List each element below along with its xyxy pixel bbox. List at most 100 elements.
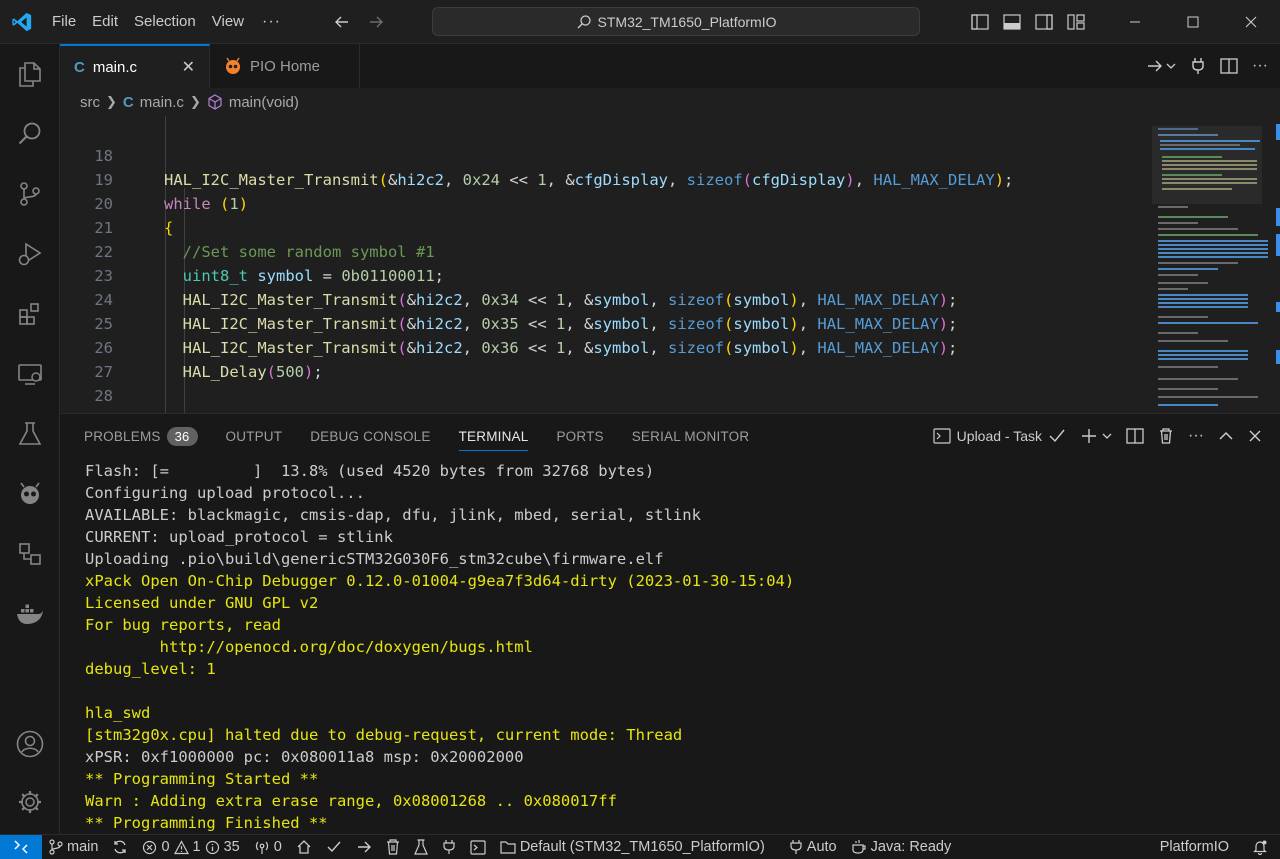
testing-icon[interactable]	[0, 404, 60, 464]
java-status[interactable]: Java: Ready	[844, 835, 959, 859]
breadcrumb-folder[interactable]: src	[80, 94, 100, 111]
tab-problems[interactable]: PROBLEMS 36	[84, 426, 198, 446]
run-debug-icon[interactable]	[0, 224, 60, 284]
search-icon[interactable]	[0, 104, 60, 164]
toggle-secondary-sidebar-icon[interactable]	[1028, 0, 1060, 44]
workspace-title: STM32_TM1650_PlatformIO	[597, 13, 777, 30]
sync-icon[interactable]	[105, 835, 135, 859]
terminal-line: ** Programming Started **	[85, 770, 319, 788]
tab-label: main.c	[92, 58, 138, 76]
problems-status[interactable]: 0 1 35	[135, 835, 246, 859]
manage-gear-icon[interactable]	[0, 772, 60, 832]
pio-terminal-icon[interactable]	[463, 835, 493, 859]
git-branch[interactable]: main	[42, 835, 105, 859]
platformio-icon[interactable]	[0, 464, 60, 524]
terminal-line: AVAILABLE: blackmagic, cmsis-dap, dfu, j…	[85, 506, 701, 524]
command-center-search[interactable]: STM32_TM1650_PlatformIO	[432, 7, 920, 36]
pio-environment[interactable]: Default (STM32_TM1650_PlatformIO)	[493, 835, 772, 859]
menu-edit[interactable]: Edit	[84, 0, 126, 44]
close-panel-icon[interactable]	[1248, 429, 1262, 443]
menu-view[interactable]: View	[204, 0, 252, 44]
toggle-panel-icon[interactable]	[996, 0, 1028, 44]
menu-more[interactable]: ···	[252, 0, 291, 44]
terminal-line: xPack Open On-Chip Debugger 0.12.0-01004…	[85, 572, 795, 590]
trash-icon[interactable]	[1158, 427, 1174, 445]
close-window-button[interactable]	[1222, 0, 1280, 44]
menu-file[interactable]: File	[44, 0, 84, 44]
maximize-button[interactable]	[1164, 0, 1222, 44]
forward-arrow-icon[interactable]	[365, 11, 387, 33]
tab-pio-home[interactable]: PIO Home	[210, 44, 360, 88]
tab-main-c[interactable]: C main.c ✕	[60, 44, 210, 88]
code-editor[interactable]: 18 HAL_I2C_Master_Transmit(&hi2c2, 0x24 …	[60, 116, 1150, 413]
code-line: 19 while (1)	[94, 171, 249, 213]
tab-terminal[interactable]: TERMINAL	[458, 429, 529, 451]
terminal-line: Uploading .pio\build\genericSTM32G030F6_…	[85, 550, 664, 568]
notifications-bell-icon[interactable]	[1245, 835, 1280, 859]
terminal-output[interactable]: Flash: [= ] 13.8% (used 4520 bytes from …	[85, 460, 1265, 832]
back-arrow-icon[interactable]	[331, 11, 353, 33]
terminal-line: ** Programming Finished **	[85, 814, 328, 832]
remote-indicator-icon[interactable]	[0, 834, 42, 859]
explorer-icon[interactable]	[0, 44, 60, 104]
code-line: 23 HAL_I2C_Master_Transmit(&hi2c2, 0x34 …	[94, 267, 958, 309]
terminal-line: debug_level: 1	[85, 660, 216, 678]
terminal-icon	[933, 428, 951, 444]
split-terminal-icon[interactable]	[1126, 428, 1144, 444]
c-file-icon: C	[122, 93, 134, 111]
pio-upload-arrow-icon[interactable]	[349, 835, 379, 859]
maximize-panel-icon[interactable]	[1218, 428, 1234, 444]
pio-build-check-icon[interactable]	[319, 835, 349, 859]
breadcrumb-file[interactable]: main.c	[140, 94, 184, 111]
terminal-task-selector[interactable]: Upload - Task	[933, 428, 1066, 444]
code-line: 25 HAL_I2C_Master_Transmit(&hi2c2, 0x36 …	[94, 315, 958, 357]
tab-debug-console[interactable]: DEBUG CONSOLE	[310, 429, 430, 444]
customize-layout-icon[interactable]	[1060, 0, 1092, 44]
terminal-line: Configuring upload protocol...	[85, 484, 365, 502]
more-actions-icon[interactable]: ···	[1188, 427, 1204, 445]
info-icon	[205, 840, 219, 854]
tab-ports[interactable]: PORTS	[556, 429, 603, 444]
extensions-icon[interactable]	[0, 284, 60, 344]
terminal-line: CURRENT: upload_protocol = stlink	[85, 528, 393, 546]
ports-status[interactable]: 0	[247, 835, 289, 859]
problems-count-badge: 36	[166, 426, 198, 446]
toggle-primary-sidebar-icon[interactable]	[964, 0, 996, 44]
pio-port[interactable]: Auto	[782, 835, 844, 859]
bottom-panel: PROBLEMS 36 OUTPUT DEBUG CONSOLE TERMINAL…	[60, 413, 1280, 834]
accounts-icon[interactable]	[0, 714, 60, 774]
plug-icon[interactable]	[1190, 57, 1206, 75]
close-tab-icon[interactable]: ✕	[182, 57, 195, 77]
minimize-button[interactable]	[1106, 0, 1164, 44]
project-manager-icon[interactable]	[0, 524, 60, 584]
pio-clean-trash-icon[interactable]	[379, 835, 407, 859]
breadcrumb: src ❯ C main.c ❯ main(void)	[60, 88, 1150, 116]
tab-output[interactable]: OUTPUT	[226, 429, 283, 444]
run-arrow-icon[interactable]	[1146, 58, 1176, 74]
tab-serial-monitor[interactable]: SERIAL MONITOR	[632, 429, 750, 444]
vscode-logo-icon	[0, 0, 44, 44]
new-terminal-icon[interactable]	[1080, 427, 1112, 445]
pio-test-flask-icon[interactable]	[407, 835, 435, 859]
source-control-icon[interactable]	[0, 164, 60, 224]
breadcrumb-symbol[interactable]: main(void)	[229, 94, 299, 111]
split-editor-icon[interactable]	[1220, 58, 1238, 74]
minimap[interactable]	[1152, 116, 1280, 413]
pio-serial-plug-icon[interactable]	[435, 835, 463, 859]
folder-icon	[500, 841, 516, 854]
tab-label: PIO Home	[250, 57, 321, 75]
terminal-line: Flash: [= ] 13.8% (used 4520 bytes from …	[85, 462, 655, 480]
remote-explorer-icon[interactable]	[0, 344, 60, 404]
more-actions-icon[interactable]: ···	[1252, 57, 1268, 75]
activity-bar	[0, 44, 60, 834]
pio-home-icon[interactable]	[289, 835, 319, 859]
editor-actions: ···	[1146, 44, 1268, 88]
platformio-status[interactable]: PlatformIO	[1153, 835, 1245, 859]
panel-actions: Upload - Task ···	[933, 414, 1262, 458]
docker-icon[interactable]	[0, 584, 60, 644]
terminal-line: http://openocd.org/doc/doxygen/bugs.html	[85, 638, 533, 656]
code-line: 28 //Set some random symbol #2	[94, 387, 434, 413]
check-icon	[1049, 429, 1065, 443]
terminal-line: For bug reports, read	[85, 616, 281, 634]
menu-selection[interactable]: Selection	[126, 0, 204, 44]
